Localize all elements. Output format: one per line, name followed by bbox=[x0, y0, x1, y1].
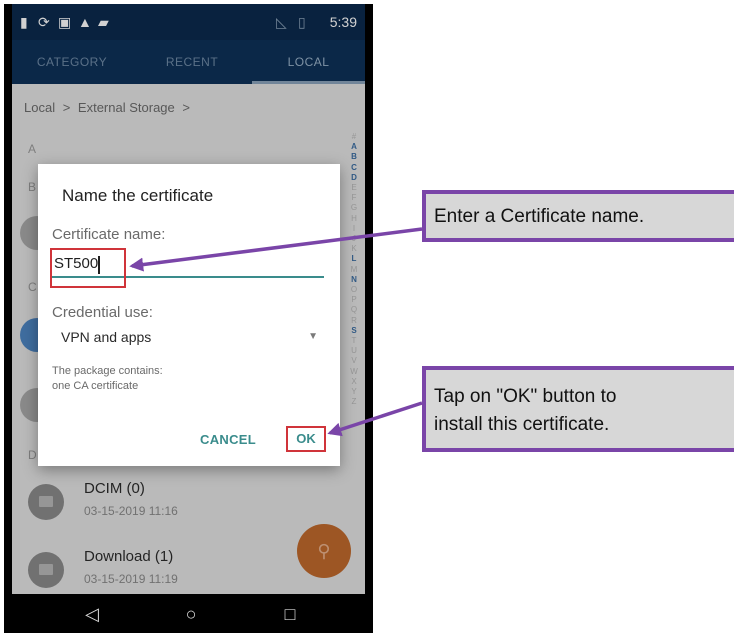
package-info-line: one CA certificate bbox=[52, 380, 139, 392]
name-certificate-dialog: Name the certificate Certificate name: C… bbox=[38, 164, 340, 466]
callout-tap-ok: Tap on "OK" button to install this certi… bbox=[422, 366, 734, 452]
certificate-name-label: Certificate name: bbox=[52, 226, 166, 243]
text-cursor bbox=[98, 256, 100, 274]
navigation-bar: ◁ ○ □ bbox=[4, 594, 373, 633]
cancel-button[interactable]: CANCEL bbox=[200, 432, 256, 447]
dialog-title: Name the certificate bbox=[62, 186, 214, 205]
phone-frame: ▮ ⟳ ▣ ▲ ▰ ◺ ▯ 5:39 CATEGORY RECENT LOCAL… bbox=[4, 4, 373, 633]
credential-use-label: Credential use: bbox=[52, 304, 153, 321]
phone-screen: ▮ ⟳ ▣ ▲ ▰ ◺ ▯ 5:39 CATEGORY RECENT LOCAL… bbox=[12, 4, 365, 594]
callout-enter-name: Enter a Certificate name. bbox=[422, 190, 734, 242]
package-info-line: The package contains: bbox=[52, 365, 163, 377]
package-info: The package contains: one CA certificate bbox=[52, 364, 163, 394]
ok-button[interactable]: OK bbox=[286, 426, 326, 452]
callout-line: Tap on "OK" button to bbox=[434, 386, 617, 407]
recents-icon[interactable]: □ bbox=[278, 602, 302, 626]
certificate-name-input[interactable] bbox=[52, 250, 324, 278]
back-icon[interactable]: ◁ bbox=[80, 602, 104, 626]
credential-use-select[interactable]: VPN and apps ▼ bbox=[52, 324, 322, 350]
home-icon[interactable]: ○ bbox=[179, 602, 203, 626]
credential-use-value: VPN and apps bbox=[61, 329, 152, 345]
dropdown-arrow-icon: ▼ bbox=[308, 331, 318, 342]
callout-line: install this certificate. bbox=[434, 414, 610, 435]
